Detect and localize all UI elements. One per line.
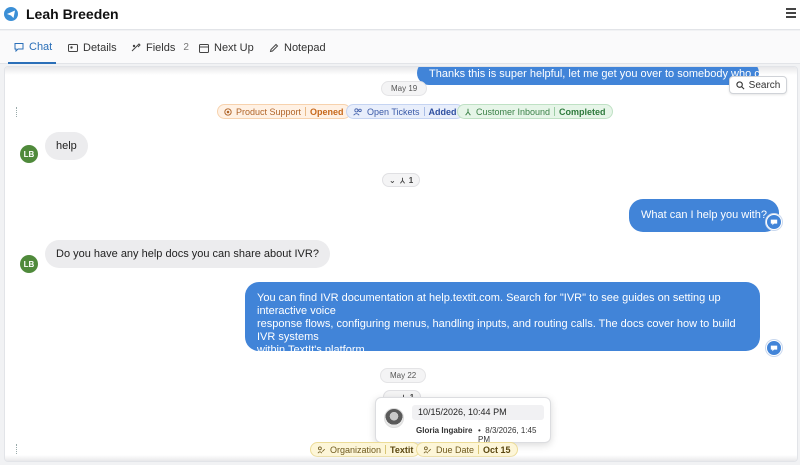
group-event-chip[interactable]: Open Tickets Added [346, 104, 464, 119]
outgoing-message-bubble: You can find IVR documentation at help.t… [245, 282, 760, 381]
tab-label: Details [83, 41, 117, 54]
incoming-message-bubble: Do you have any help docs you can share … [45, 240, 330, 268]
event-timestamp: 10/15/2026, 10:44 PM [412, 405, 544, 420]
fields-count-badge: 2 [183, 42, 189, 53]
search-label: Search [748, 79, 781, 91]
chevron-down-icon: ⌄ [389, 175, 396, 185]
message-text: help [56, 140, 77, 152]
tab-label: Notepad [284, 41, 326, 54]
pencil-icon [269, 43, 279, 52]
flow-event-chip[interactable]: Customer Inbound Completed [457, 104, 613, 119]
message-text: Did that answer your question? [257, 369, 409, 381]
group-icon [353, 107, 362, 115]
support-icon [224, 107, 232, 116]
user-avatar [384, 408, 404, 428]
search-icon [736, 80, 745, 89]
chat-panel[interactable]: Thanks this is super helpful, let me get… [4, 66, 798, 462]
tab-label: Fields [146, 41, 176, 54]
contact-avatar[interactable]: LB [20, 145, 38, 163]
telegram-icon [4, 7, 18, 21]
tab-bar: Chat Details Fields 2 Next Up Notepad [0, 31, 800, 64]
outgoing-message-bubble: Thanks this is super helpful, let me get… [417, 67, 759, 85]
contact-name: Leah Breeden [26, 6, 119, 22]
message-text: Do you have any help docs you can share … [56, 248, 319, 260]
message-text: What can I help you with? [641, 209, 767, 221]
outgoing-message-bubble: What can I help you with? [629, 199, 779, 232]
tab-label: Chat [29, 40, 53, 53]
hamburger-menu-icon[interactable] [786, 8, 796, 20]
tab-fields[interactable]: Fields 2 [131, 31, 189, 64]
date-divider: May 22 [380, 368, 427, 383]
id-card-icon [68, 43, 78, 52]
tab-details[interactable]: Details [68, 31, 117, 64]
field-icon [423, 446, 431, 453]
flow-collapse-toggle[interactable]: ⌄ 1 [382, 173, 421, 187]
tab-chat[interactable]: Chat [8, 31, 56, 64]
history-marker-icon [16, 107, 20, 117]
flow-event-chip[interactable]: Product Support Opened [217, 104, 351, 119]
message-text: You can find IVR documentation at help.t… [257, 292, 721, 317]
tab-label: Next Up [214, 41, 254, 54]
calendar-icon [199, 43, 209, 53]
tab-next-up[interactable]: Next Up [199, 31, 254, 64]
message-text: Thanks this is super helpful, let me get… [429, 68, 759, 80]
header: Leah Breeden [0, 0, 800, 30]
incoming-message-bubble: help [45, 132, 88, 160]
message-text: response flows, configuring menus, handl… [257, 318, 736, 343]
history-marker-icon [16, 444, 20, 454]
message-text: within TextIt's platform. [257, 344, 368, 356]
fields-icon [131, 42, 141, 51]
telegram-channel-icon [766, 340, 782, 356]
flow-icon [399, 177, 405, 184]
contact-avatar[interactable]: LB [20, 255, 38, 273]
flow-icon [465, 108, 471, 115]
tab-notepad[interactable]: Notepad [269, 31, 326, 64]
field-icon [317, 446, 325, 453]
chat-icon [14, 42, 24, 52]
telegram-channel-icon [766, 214, 782, 230]
search-button[interactable]: Search [729, 76, 787, 94]
event-author: Gloria Ingabire [416, 426, 473, 435]
date-divider: May 19 [381, 81, 428, 96]
event-tooltip: 10/15/2026, 10:44 PM Gloria Ingabire • 8… [375, 397, 551, 449]
